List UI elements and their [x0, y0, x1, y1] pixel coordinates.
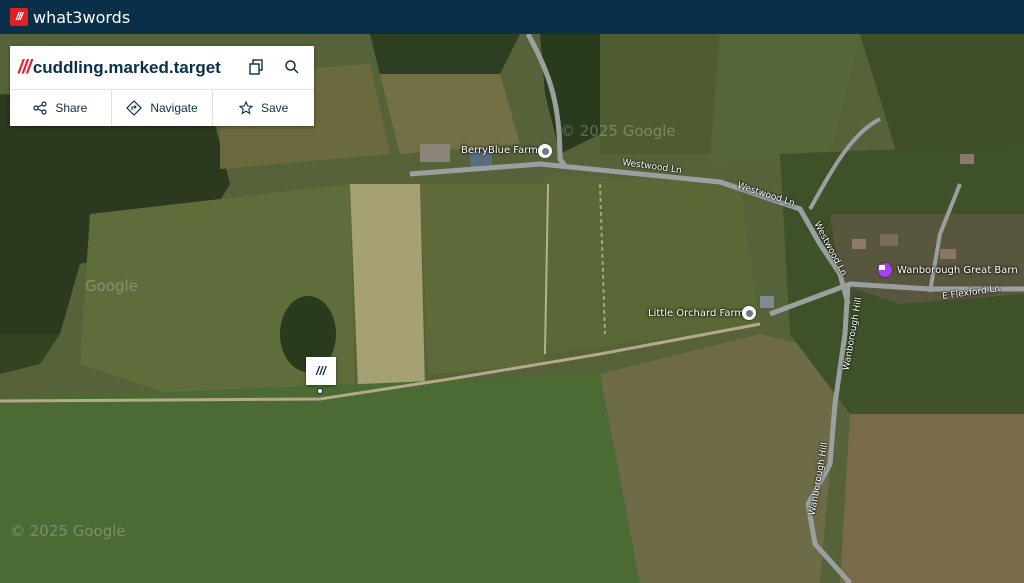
navigate-label: Navigate: [150, 101, 198, 115]
poi-label-berryblue[interactable]: BerryBlue Farm: [461, 145, 538, 156]
poi-label-great-barn[interactable]: Wanborough Great Barn: [897, 265, 1018, 276]
address-panel: /// cuddling.marked.target Share Navigat…: [10, 46, 314, 126]
address-slashes: ///: [18, 56, 32, 78]
map-watermark: © 2025 Google: [560, 122, 676, 140]
share-label: Share: [55, 101, 88, 115]
location-pin-icon[interactable]: [538, 144, 552, 158]
search-icon[interactable]: [282, 57, 302, 77]
marker-point-icon: [317, 388, 323, 394]
map-watermark: © 2025 Google: [10, 522, 126, 540]
share-icon: [33, 101, 47, 115]
event-venue-icon[interactable]: [878, 263, 892, 277]
address-row: /// cuddling.marked.target: [10, 46, 314, 90]
navigate-button[interactable]: Navigate: [112, 90, 214, 126]
star-icon: [239, 101, 253, 115]
copy-icon[interactable]: [246, 57, 266, 77]
location-marker[interactable]: ///: [306, 357, 336, 385]
three-word-address[interactable]: cuddling.marked.target: [33, 58, 221, 78]
share-button[interactable]: Share: [10, 90, 112, 126]
what3words-logo-icon[interactable]: ///: [10, 8, 28, 26]
save-button[interactable]: Save: [213, 90, 314, 126]
map-watermark: Google: [85, 277, 138, 295]
action-bar: Share Navigate Save: [10, 90, 314, 126]
top-bar: /// what3words: [0, 0, 1024, 34]
location-pin-icon[interactable]: [742, 306, 756, 320]
save-label: Save: [261, 101, 289, 115]
navigate-icon: [126, 100, 143, 116]
app-title[interactable]: what3words: [33, 8, 130, 27]
poi-label-little-orchard[interactable]: Little Orchard Farm: [648, 308, 744, 319]
